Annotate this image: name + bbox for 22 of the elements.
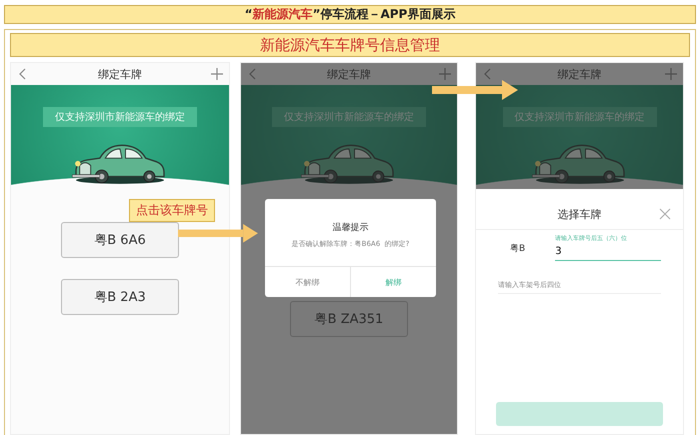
arrow-icon: [432, 80, 518, 100]
plus-icon[interactable]: [439, 68, 451, 80]
plate-prefix: 粤B: [510, 242, 526, 256]
ribbon-text: 仅支持深圳市新能源车的绑定: [43, 107, 197, 127]
callout-label: 点击该车牌号: [129, 199, 215, 222]
sheet-title: 选择车牌: [558, 206, 602, 222]
nav-title: 绑定车牌: [98, 66, 142, 82]
ribbon-text: 仅支持深圳市新能源车的绑定: [502, 107, 656, 127]
plate-button[interactable]: 粤B 6A6: [61, 222, 179, 258]
close-icon[interactable]: [659, 208, 671, 220]
plate-button[interactable]: 粤B 2A3: [61, 279, 179, 315]
section-title: 新能源汽车车牌号信息管理: [10, 33, 690, 57]
nav-title: 绑定车牌: [558, 66, 602, 82]
nav-title: 绑定车牌: [327, 66, 371, 82]
arrow-icon: [178, 224, 258, 243]
plus-icon[interactable]: [211, 68, 223, 80]
plus-icon[interactable]: [665, 68, 677, 80]
plate-input-field[interactable]: 3: [555, 243, 661, 261]
ribbon-text: 仅支持深圳市新能源车的绑定: [272, 107, 426, 127]
slide-title: “新能源汽车”停车流程－APP界面展示: [4, 5, 696, 24]
dialog-title: 温馨提示: [332, 222, 368, 234]
dialog-button[interactable]: 不解绑: [265, 267, 350, 297]
